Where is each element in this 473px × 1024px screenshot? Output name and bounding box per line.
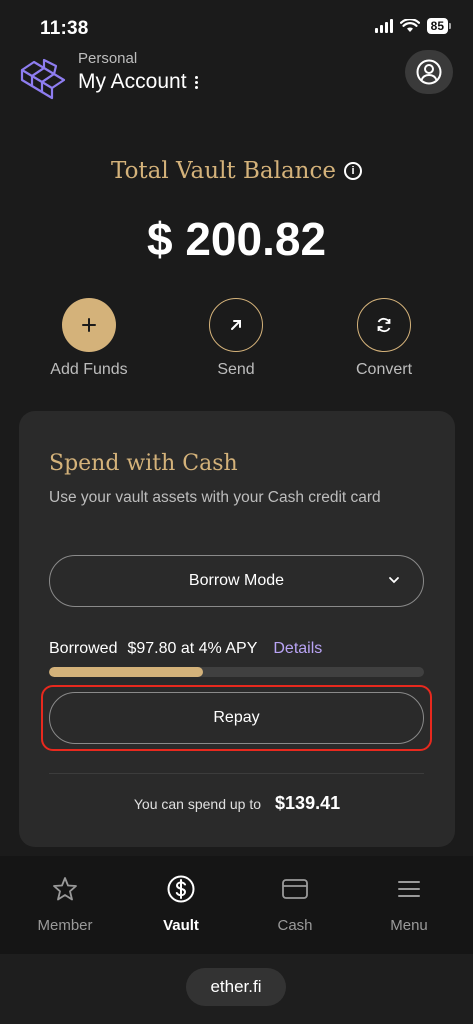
browser-footer: ether.fi xyxy=(0,954,473,1024)
tab-menu-label: Menu xyxy=(390,917,428,934)
tab-vault[interactable]: Vault xyxy=(122,874,240,934)
borrowed-label: Borrowed xyxy=(49,640,118,657)
balance-label-row: Total Vault Balance i xyxy=(0,158,473,184)
menu-icon xyxy=(398,881,420,897)
user-icon xyxy=(416,59,442,85)
status-bar: 11:38 85 xyxy=(0,0,473,56)
balance-value: $ 200.82 xyxy=(146,213,327,265)
borrowed-progress-fill xyxy=(49,667,203,677)
signal-icon xyxy=(374,19,393,33)
refresh-icon xyxy=(357,298,411,352)
borrowed-value: $97.80 at 4% APY xyxy=(127,640,258,657)
wifi-icon xyxy=(399,19,420,32)
info-icon[interactable]: i xyxy=(343,162,362,180)
spend-limit-label: You can spend up to xyxy=(133,796,262,812)
send-button[interactable]: Send xyxy=(171,298,301,379)
profile-button[interactable] xyxy=(405,50,453,94)
chevron-down-icon xyxy=(389,577,399,584)
url-bar[interactable]: ether.fi xyxy=(186,968,286,1006)
battery-level: 85 xyxy=(426,18,448,34)
details-link[interactable]: Details xyxy=(273,640,322,658)
arrow-up-right-icon xyxy=(209,298,263,352)
tab-cash-label: Cash xyxy=(277,917,313,934)
status-time: 11:38 xyxy=(40,18,89,39)
borrowed-row: Borrowed $97.80 at 4% APY Details xyxy=(49,640,322,658)
add-funds-label: Add Funds xyxy=(50,361,128,378)
card-title: Spend with Cash xyxy=(49,451,238,476)
mode-select-value: Borrow Mode xyxy=(188,572,285,589)
account-switcher[interactable]: My Account xyxy=(78,70,198,94)
convert-label: Convert xyxy=(355,361,413,378)
star-icon xyxy=(53,877,77,901)
divider xyxy=(49,773,424,774)
tab-vault-label: Vault xyxy=(163,917,199,934)
convert-button[interactable]: Convert xyxy=(319,298,449,379)
account-type: Personal xyxy=(78,50,138,67)
account-name: My Account xyxy=(78,70,187,93)
repay-button-label: Repay xyxy=(213,709,260,726)
spend-limit-value: $139.41 xyxy=(275,793,341,813)
tab-menu[interactable]: Menu xyxy=(350,874,468,934)
battery-icon: 85 xyxy=(426,18,451,34)
dollar-circle-icon xyxy=(167,875,195,903)
mode-select[interactable]: Borrow Mode xyxy=(49,555,424,607)
repay-button[interactable]: Repay xyxy=(49,692,424,744)
more-options-icon[interactable] xyxy=(194,75,198,89)
borrowed-progress-bar xyxy=(49,667,424,677)
send-label: Send xyxy=(217,361,255,378)
status-icons: 85 xyxy=(374,18,451,34)
add-funds-button[interactable]: Add Funds xyxy=(24,298,154,379)
spend-with-cash-card: Spend with Cash Use your vault assets wi… xyxy=(19,411,455,847)
tab-member[interactable]: Member xyxy=(6,874,124,934)
tab-member-label: Member xyxy=(37,917,93,934)
spend-limit-row: You can spend up to $139.41 xyxy=(19,793,455,814)
balance-label: Total Vault Balance xyxy=(111,158,336,184)
card-icon xyxy=(282,879,308,899)
card-description: Use your vault assets with your Cash cre… xyxy=(49,489,381,506)
tab-cash[interactable]: Cash xyxy=(236,874,354,934)
tab-bar: Member Vault Cash Menu xyxy=(0,856,473,954)
etherfi-logo-icon xyxy=(20,58,66,100)
account-header: Personal My Account xyxy=(0,50,473,110)
url-text: ether.fi xyxy=(210,977,262,996)
plus-icon xyxy=(62,298,116,352)
